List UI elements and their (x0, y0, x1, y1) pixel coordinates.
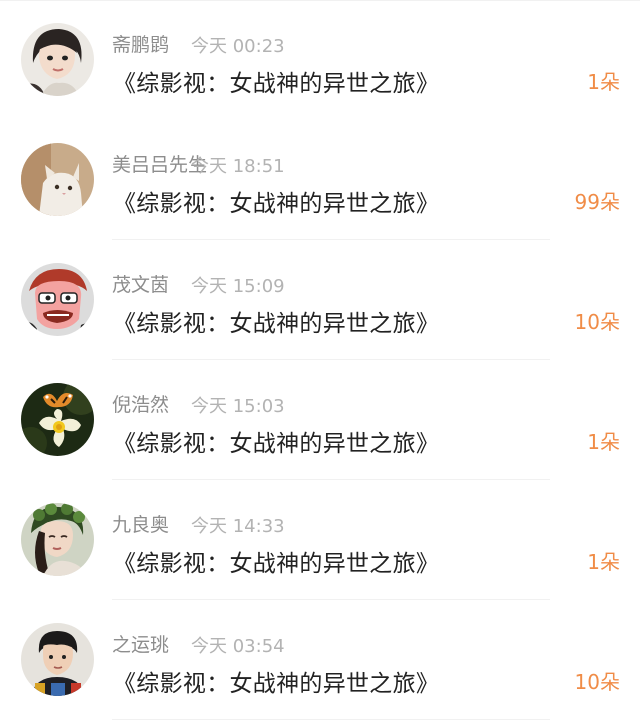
list-item[interactable]: 茂文茵 今天 15:09 《综影视：女战神的异世之旅》 10朵 (0, 240, 640, 360)
gift-time: 今天 15:03 (191, 396, 285, 417)
cat-avatar-icon[interactable] (21, 143, 94, 216)
list-item[interactable]: 九良奥 今天 14:33 《综影视：女战神的异世之旅》 1朵 (0, 480, 640, 600)
book-title[interactable]: 《综影视：女战神的异世之旅》 (113, 64, 439, 98)
user-name[interactable]: 倪浩然 (112, 390, 169, 417)
list-item[interactable]: 美吕吕先生 今天 18:51 《综影视：女战神的异世之旅》 99朵 (0, 120, 640, 240)
row-divider (112, 719, 550, 720)
book-title[interactable]: 《综影视：女战神的异世之旅》 (113, 664, 439, 698)
list-item[interactable]: 斋鹏鹍 今天 00:23 《综影视：女战神的异世之旅》 1朵 (0, 0, 640, 120)
user-name[interactable]: 茂文茵 (112, 270, 169, 297)
cartoon-avatar-icon[interactable] (21, 263, 94, 336)
gift-record-list: 美吕吕先生 今天 18:51 《综影视：女战神的异世之旅》 99朵 茂文茵 今天… (0, 0, 640, 724)
gift-time: 今天 00:23 (191, 36, 285, 57)
flower-count: 99朵 (574, 190, 620, 214)
gift-time: 今天 18:51 (191, 156, 285, 177)
user-name[interactable]: 之运珧 (112, 630, 169, 657)
flower-count: 10朵 (574, 310, 620, 334)
user-name[interactable]: 九良奥 (112, 510, 169, 537)
gift-time: 今天 03:54 (191, 636, 285, 657)
flower-count: 1朵 (587, 550, 620, 574)
book-title[interactable]: 《综影视：女战神的异世之旅》 (113, 424, 439, 458)
flower-count: 10朵 (574, 670, 620, 694)
girl-portrait-avatar-icon[interactable] (21, 23, 94, 96)
flower-count: 1朵 (587, 430, 620, 454)
butterfly-flower-avatar-icon[interactable] (21, 383, 94, 456)
book-title[interactable]: 《综影视：女战神的异世之旅》 (113, 304, 439, 338)
list-item[interactable]: 之运珧 今天 03:54 《综影视：女战神的异世之旅》 10朵 (0, 600, 640, 720)
gift-time: 今天 15:09 (191, 276, 285, 297)
gift-time: 今天 14:33 (191, 516, 285, 537)
book-title[interactable]: 《综影视：女战神的异世之旅》 (113, 544, 439, 578)
boy-portrait-avatar-icon[interactable] (21, 623, 94, 696)
woman-portrait-avatar-icon[interactable] (21, 503, 94, 576)
user-name[interactable]: 斋鹏鹍 (112, 30, 169, 57)
book-title[interactable]: 《综影视：女战神的异世之旅》 (113, 184, 439, 218)
list-item[interactable]: 倪浩然 今天 15:03 《综影视：女战神的异世之旅》 1朵 (0, 360, 640, 480)
flower-count: 1朵 (587, 70, 620, 94)
